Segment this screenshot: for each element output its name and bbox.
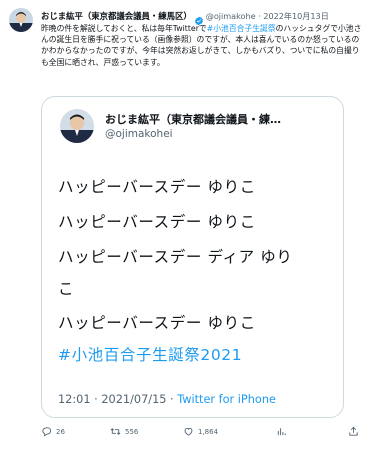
views-icon [277,428,286,436]
quoted-hashtag-link[interactable]: #小池百合子生誕祭2021 [58,343,242,365]
quoted-text-line: ハッピーバースデー ゆりこ [58,178,256,196]
share-icon [349,426,358,436]
retweet-button[interactable]: 556 [110,426,138,437]
quoted-author-name[interactable]: おじま紘平（東京都議会議員・練… [105,111,281,127]
like-button[interactable]: 1,864 [183,426,218,437]
views-button[interactable] [276,426,291,437]
verified-badge-icon [194,11,204,26]
share-button[interactable] [348,426,363,437]
quoted-text-line: ハッピーバースデー ディア ゆり [58,248,293,266]
quoted-tweet-meta: 12:01 · 2021/07/15 · Twitter for iPhone [58,393,276,406]
tweet-hashtag-link[interactable]: #小池百合子生誕祭 [207,24,276,33]
tweet-text: 昨晩の件を解説しておくと、私は毎年Twitterで#小池百合子生誕祭のハッシュタ… [41,23,363,68]
quoted-text-line: ハッピーバースデー ゆりこ [58,213,256,231]
quoted-author-handle[interactable]: @ojimakohei [105,128,173,140]
reply-count: 26 [56,427,65,436]
tweet-action-bar: 26 556 1,864 [41,426,366,440]
like-count: 1,864 [198,427,219,436]
quoted-text-line: ハッピーバースデー ゆりこ [58,314,256,332]
author-name[interactable]: おじま紘平（東京都議会議員・練馬区） [41,10,192,22]
quoted-tweet-card[interactable]: おじま紘平（東京都議会議員・練… @ojimakohei ハッピーバースデー ゆ… [41,96,344,418]
author-avatar[interactable] [9,8,33,32]
tweet-header: おじま紘平（東京都議会議員・練馬区） @ojimakohe · 2022年10月… [41,8,365,26]
author-handle-date[interactable]: @ojimakohe · 2022年10月13日 [206,11,329,22]
reply-button[interactable]: 26 [41,426,65,437]
like-icon [184,427,193,436]
tweet-text-part1: 昨晩の件を解説しておくと、私は毎年Twitterで [41,24,207,33]
quoted-time-date[interactable]: 12:01 · 2021/07/15 · [58,393,177,406]
quoted-source-link[interactable]: Twitter for iPhone [177,393,276,406]
reply-icon [42,427,52,437]
quoted-text-line: こ [58,280,75,298]
retweet-icon [110,428,121,435]
quoted-author-avatar[interactable] [60,109,94,143]
retweet-count: 556 [125,427,139,436]
